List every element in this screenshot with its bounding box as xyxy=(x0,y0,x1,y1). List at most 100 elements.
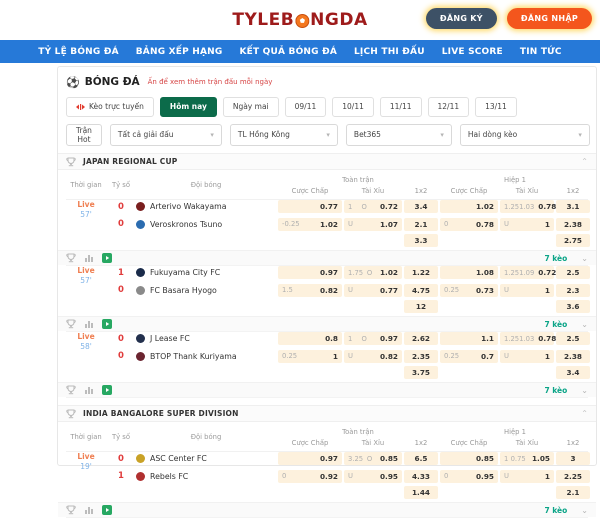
odds-cell-over-under[interactable]: 1O0.97 xyxy=(344,332,402,345)
nav-item-2[interactable]: BẢNG XẾP HẠNG xyxy=(136,47,223,57)
odds-cell-over-under[interactable]: 3.25O0.85 xyxy=(344,452,402,465)
team-name[interactable]: J Lease FC xyxy=(136,334,276,343)
trophy-icon[interactable] xyxy=(66,253,77,263)
chart-icon[interactable] xyxy=(84,319,95,329)
trophy-icon[interactable] xyxy=(66,385,77,395)
chevron-up-icon[interactable]: ⌃ xyxy=(581,157,588,166)
nav-item-6[interactable]: TIN TỨC xyxy=(520,47,562,57)
odds-cell-1x2[interactable]: 3.75 xyxy=(404,366,438,379)
odds-cell-1x2[interactable]: 3.3 xyxy=(404,234,438,247)
odds-cell-handicap[interactable]: 00.95 xyxy=(440,470,498,483)
odds-cell-1x2[interactable]: 3.6 xyxy=(556,300,590,313)
chart-icon[interactable] xyxy=(84,505,95,515)
register-button[interactable]: ĐĂNG KÝ xyxy=(426,8,497,29)
stream-icon[interactable] xyxy=(102,505,113,515)
odds-cell-1x2[interactable]: 2.1 xyxy=(404,218,438,231)
odds-cell-1x2[interactable]: 4.33 xyxy=(404,470,438,483)
stream-icon[interactable] xyxy=(102,319,113,329)
odds-cell-1x2[interactable]: 2.5 xyxy=(556,266,590,279)
date-tab-7[interactable]: 13/11 xyxy=(475,97,517,117)
team-name[interactable]: BTOP Thank Kuriyama xyxy=(136,352,276,361)
date-tab-6[interactable]: 12/11 xyxy=(428,97,470,117)
odds-cell-1x2[interactable]: 6.5 xyxy=(404,452,438,465)
more-odds-button[interactable]: 7 kèo⌄ xyxy=(544,320,588,329)
odds-cell-1x2[interactable]: 12 xyxy=(404,300,438,313)
odds-cell-handicap[interactable]: 0.97 xyxy=(278,266,342,279)
odds-cell-over-under[interactable]: 1.251.030.78 xyxy=(500,332,554,345)
odds-cell-handicap[interactable]: 0.85 xyxy=(440,452,498,465)
odds-cell-1x2[interactable]: 3.4 xyxy=(556,366,590,379)
odds-cell-1x2[interactable]: 2.38 xyxy=(556,350,590,363)
odds-cell-1x2[interactable]: 4.75 xyxy=(404,284,438,297)
odds-cell-1x2[interactable]: 2.62 xyxy=(404,332,438,345)
nav-item-1[interactable]: TỶ LỆ BÓNG ĐÁ xyxy=(38,47,118,57)
login-button[interactable]: ĐĂNG NHẬP xyxy=(507,8,592,29)
more-odds-button[interactable]: 7 kèo⌄ xyxy=(544,506,588,515)
odds-cell-1x2[interactable]: 1.22 xyxy=(404,266,438,279)
filter-dropdown-2[interactable]: TL Hồng Kông▾ xyxy=(230,124,338,146)
odds-cell-handicap[interactable]: 0.77 xyxy=(278,200,342,213)
odds-cell-handicap[interactable]: 1.02 xyxy=(440,200,498,213)
odds-cell-1x2[interactable]: 2.5 xyxy=(556,332,590,345)
date-tab-3[interactable]: 09/11 xyxy=(285,97,327,117)
odds-cell-handicap[interactable]: 00.92 xyxy=(278,470,342,483)
team-name[interactable]: Fukuyama City FC xyxy=(136,268,276,277)
more-odds-button[interactable]: 7 kèo⌄ xyxy=(544,386,588,395)
odds-cell-over-under[interactable]: 1O0.72 xyxy=(344,200,402,213)
odds-cell-over-under[interactable]: U1.07 xyxy=(344,218,402,231)
odds-cell-over-under[interactable]: 1.251.030.78 xyxy=(500,200,554,213)
odds-cell-handicap[interactable]: 0.8 xyxy=(278,332,342,345)
chart-icon[interactable] xyxy=(84,253,95,263)
team-name[interactable]: Arterivo Wakayama xyxy=(136,202,276,211)
nav-item-5[interactable]: LIVE SCORE xyxy=(442,47,503,57)
team-name[interactable]: Rebels FC xyxy=(136,472,276,481)
date-tab-5[interactable]: 11/11 xyxy=(380,97,422,117)
chevron-up-icon[interactable]: ⌃ xyxy=(581,409,588,418)
team-name[interactable]: FC Basara Hyogo xyxy=(136,286,276,295)
odds-cell-handicap[interactable]: -0.251.02 xyxy=(278,218,342,231)
odds-cell-handicap[interactable]: 0.250.73 xyxy=(440,284,498,297)
filter-dropdown-1[interactable]: Tất cả giải đấu▾ xyxy=(110,124,222,146)
date-tab-4[interactable]: 10/11 xyxy=(332,97,374,117)
odds-cell-handicap[interactable]: 0.97 xyxy=(278,452,342,465)
odds-cell-1x2[interactable]: 2.1 xyxy=(556,486,590,499)
date-tab-2[interactable]: Ngày mai xyxy=(223,97,279,117)
trophy-icon[interactable] xyxy=(66,505,77,515)
odds-cell-over-under[interactable]: 10.751.05 xyxy=(500,452,554,465)
team-name[interactable]: ASC Center FC xyxy=(136,454,276,463)
more-odds-button[interactable]: 7 kèo⌄ xyxy=(544,254,588,263)
odds-cell-handicap[interactable]: 0.250.7 xyxy=(440,350,498,363)
site-logo[interactable]: TYLEB NGDA xyxy=(232,10,367,30)
odds-cell-handicap[interactable]: 0.251 xyxy=(278,350,342,363)
filter-dropdown-3[interactable]: Bet365▾ xyxy=(346,124,452,146)
odds-cell-over-under[interactable]: U0.95 xyxy=(344,470,402,483)
odds-cell-over-under[interactable]: U1 xyxy=(500,350,554,363)
odds-cell-1x2[interactable]: 3 xyxy=(556,452,590,465)
odds-cell-handicap[interactable]: 1.50.82 xyxy=(278,284,342,297)
chart-icon[interactable] xyxy=(84,385,95,395)
odds-cell-over-under[interactable]: U1 xyxy=(500,218,554,231)
live-odds-tab[interactable]: Kèo trực tuyến xyxy=(66,97,154,117)
odds-cell-1x2[interactable]: 2.38 xyxy=(556,218,590,231)
odds-cell-1x2[interactable]: 2.35 xyxy=(404,350,438,363)
odds-cell-over-under[interactable]: U1 xyxy=(500,284,554,297)
odds-cell-1x2[interactable]: 2.3 xyxy=(556,284,590,297)
date-tab-1[interactable]: Hôm nay xyxy=(160,97,217,117)
stream-icon[interactable] xyxy=(102,385,113,395)
odds-cell-handicap[interactable]: 1.1 xyxy=(440,332,498,345)
odds-cell-1x2[interactable]: 1.44 xyxy=(404,486,438,499)
hot-matches-button[interactable]: Trận Hot xyxy=(66,124,102,146)
odds-cell-1x2[interactable]: 2.75 xyxy=(556,234,590,247)
odds-cell-1x2[interactable]: 3.1 xyxy=(556,200,590,213)
trophy-icon[interactable] xyxy=(66,319,77,329)
odds-cell-over-under[interactable]: U0.77 xyxy=(344,284,402,297)
odds-cell-over-under[interactable]: 1.251.090.72 xyxy=(500,266,554,279)
nav-item-4[interactable]: LỊCH THI ĐẤU xyxy=(354,47,425,57)
odds-cell-handicap[interactable]: 00.78 xyxy=(440,218,498,231)
odds-cell-1x2[interactable]: 3.4 xyxy=(404,200,438,213)
nav-item-3[interactable]: KẾT QUẢ BÓNG ĐÁ xyxy=(239,47,337,57)
team-name[interactable]: Veroskronos Tsuno xyxy=(136,220,276,229)
odds-cell-over-under[interactable]: U1 xyxy=(500,470,554,483)
odds-cell-handicap[interactable]: 1.08 xyxy=(440,266,498,279)
odds-cell-over-under[interactable]: 1.75O1.02 xyxy=(344,266,402,279)
